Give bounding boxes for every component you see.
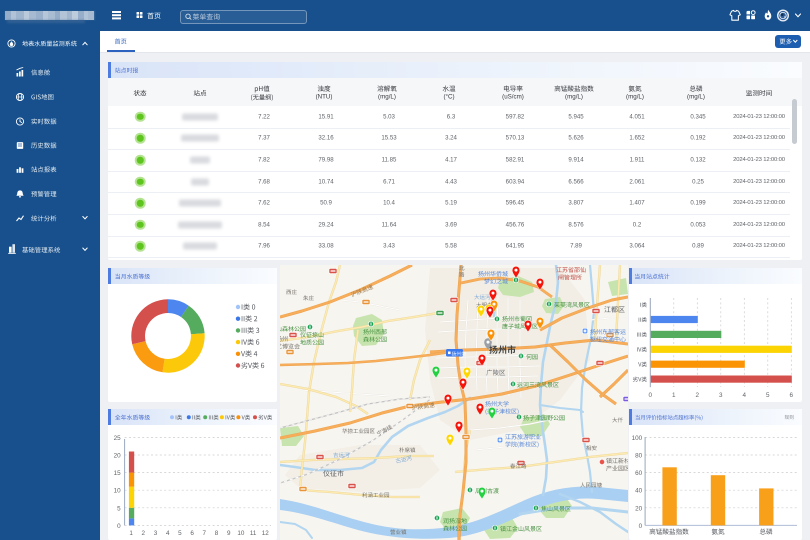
svg-text:6: 6 [190, 530, 194, 537]
svg-text:7: 7 [203, 530, 207, 537]
svg-text:40: 40 [635, 488, 643, 495]
svg-text:5: 5 [766, 392, 770, 399]
svg-text:5: 5 [178, 530, 182, 537]
svg-text:0: 0 [117, 523, 121, 530]
svg-text:100: 100 [632, 435, 643, 442]
svg-text:12: 12 [262, 530, 270, 537]
svg-text:20: 20 [635, 505, 643, 512]
svg-text:1: 1 [672, 392, 676, 399]
svg-text:2: 2 [696, 392, 700, 399]
svg-text:8: 8 [215, 530, 219, 537]
svg-text:0: 0 [649, 392, 653, 399]
svg-text:4: 4 [743, 392, 747, 399]
svg-text:10: 10 [114, 488, 122, 495]
svg-text:10: 10 [237, 530, 245, 537]
svg-text:4: 4 [166, 530, 170, 537]
svg-text:9: 9 [227, 530, 231, 537]
svg-text:25: 25 [114, 435, 122, 442]
svg-text:11: 11 [250, 530, 257, 537]
svg-text:0: 0 [639, 523, 643, 530]
svg-text:80: 80 [635, 453, 643, 460]
svg-text:60: 60 [635, 470, 643, 477]
svg-text:2: 2 [142, 530, 146, 537]
svg-text:3: 3 [719, 392, 723, 399]
svg-text:15: 15 [114, 470, 122, 477]
svg-text:1: 1 [129, 530, 133, 537]
svg-text:5: 5 [117, 505, 121, 512]
svg-text:3: 3 [154, 530, 158, 537]
svg-text:20: 20 [114, 453, 122, 460]
svg-text:6: 6 [790, 392, 794, 399]
